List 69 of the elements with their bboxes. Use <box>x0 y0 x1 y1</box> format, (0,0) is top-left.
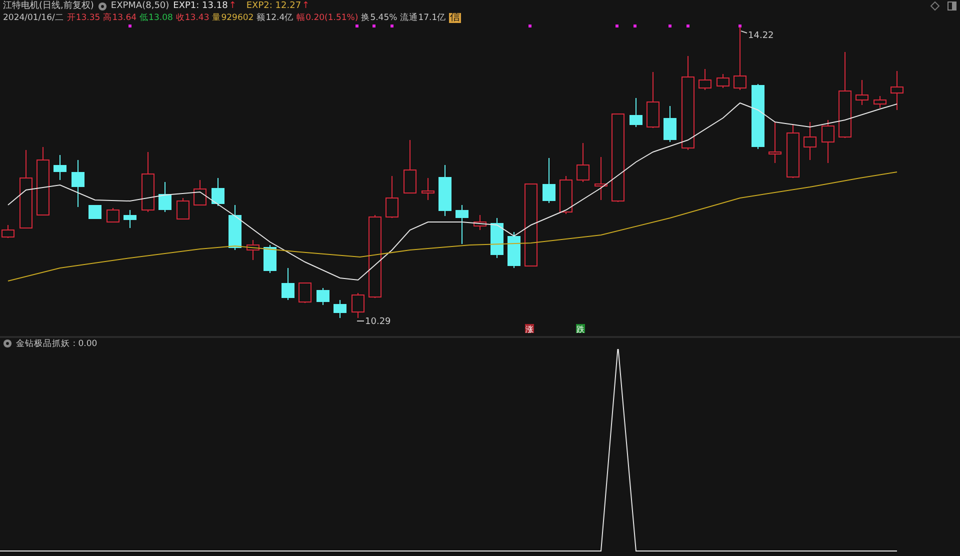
candlestick <box>856 80 868 106</box>
candlestick <box>282 268 294 300</box>
candlestick <box>786 124 800 178</box>
candlestick <box>316 288 330 306</box>
candlestick <box>194 180 206 206</box>
quote-field: 量929602 <box>212 12 254 24</box>
quote-field: 换5.45% <box>361 12 398 24</box>
quote-field: 幅0.20(1.51%) <box>296 12 358 24</box>
quote-field: 高13.64 <box>103 12 137 24</box>
candlestick <box>804 122 816 160</box>
candlestick <box>646 72 660 128</box>
candlestick <box>664 106 676 142</box>
stock-title: 江特电机(日线,前复权) <box>3 0 94 12</box>
candlestick <box>158 182 172 212</box>
candlestick <box>560 176 572 214</box>
candlestick <box>874 96 886 108</box>
candlestick <box>474 214 486 230</box>
candlestick <box>456 204 468 244</box>
candlestick <box>36 146 50 216</box>
indicator-name: EXPMA(8,50) <box>110 0 170 12</box>
exp2-value: EXP2: 12.27 <box>246 0 302 12</box>
candlestick <box>490 218 504 258</box>
diamond-icon[interactable] <box>930 1 940 11</box>
panel-icon[interactable] <box>947 1 957 11</box>
candlestick <box>264 244 276 274</box>
quote-field: 收13.43 <box>176 12 210 24</box>
candlestick <box>352 292 364 318</box>
quote-field: 低13.08 <box>140 12 173 24</box>
candlestick <box>734 26 746 90</box>
indicator-label: 金钻极品抓妖 : 0.00 <box>16 338 98 350</box>
candlestick <box>334 300 346 318</box>
quote-date: 2024/01/16/二 <box>3 12 64 24</box>
high-label: 14.22 <box>740 30 774 41</box>
quote-field: 流通17.1亿 <box>400 12 446 24</box>
quote-field: 额12.4亿 <box>256 12 294 24</box>
candlestick <box>594 156 608 200</box>
candlestick <box>404 140 416 194</box>
signal-marker: 涨 <box>525 324 534 334</box>
candlestick <box>508 232 520 268</box>
candlestick <box>576 142 590 182</box>
candlestick <box>246 240 260 260</box>
low-label: 10.29 <box>356 317 391 327</box>
candlestick <box>386 176 398 218</box>
candlestick <box>822 120 834 164</box>
candlestick <box>88 204 102 220</box>
candlestick <box>228 204 242 250</box>
candlestick <box>176 198 190 220</box>
candlestick <box>630 98 642 128</box>
trend-arrow: ↑ <box>228 0 236 12</box>
candlestick <box>698 68 712 90</box>
signal-marker: 跌 <box>576 324 585 334</box>
candlestick <box>106 208 120 222</box>
candlestick <box>298 282 312 304</box>
quote-field: 开13.35 <box>66 12 100 24</box>
candlestick <box>2 224 14 238</box>
exp1-value: EXP1: 13.18 <box>173 0 228 12</box>
candlestick <box>768 122 782 164</box>
candlestick <box>438 164 452 216</box>
candlestick <box>890 70 904 110</box>
candlestick <box>212 178 224 206</box>
candlestick <box>142 152 154 212</box>
candlestick <box>72 160 84 208</box>
candlestick <box>54 154 66 180</box>
candlestick <box>124 210 136 228</box>
candlestick <box>752 84 764 150</box>
trend-arrow: ↑ <box>302 0 310 12</box>
candlestick <box>716 74 730 88</box>
candlestick <box>422 178 434 200</box>
candlestick <box>542 158 556 204</box>
